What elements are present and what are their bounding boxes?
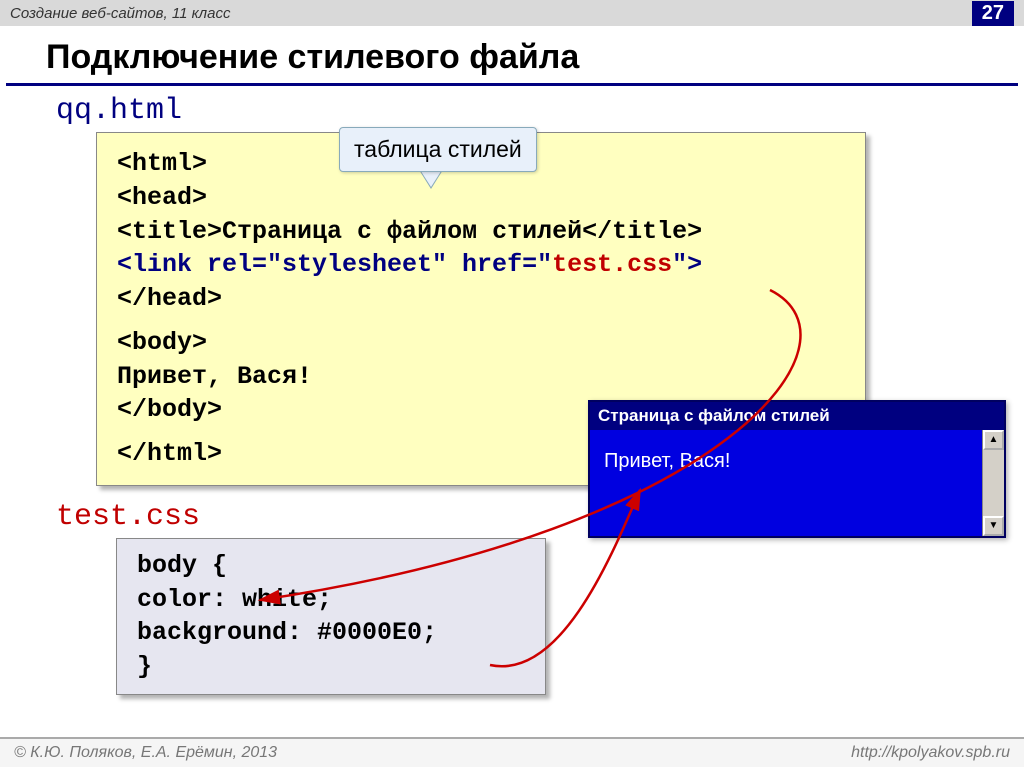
css-code-box: body { color: white; background: #0000E0…: [116, 538, 546, 695]
code-text: Страница с файлом стилей: [222, 217, 582, 246]
code-line: <link rel="stylesheet" href="test.css">: [117, 248, 845, 282]
footer-copyright: © К.Ю. Поляков, Е.А. Ерёмин, 2013: [14, 744, 277, 762]
content: qq.html таблица стилей <html> <head> <ti…: [0, 86, 1024, 695]
code-line: <head>: [117, 181, 845, 215]
footer-url: http://kpolyakov.spb.ru: [851, 744, 1010, 762]
code-tag: <title>: [117, 217, 222, 246]
code-line: body {: [137, 549, 525, 583]
code-href: test.css: [552, 250, 672, 279]
code-line: }: [137, 650, 525, 684]
header-bar: Создание веб-сайтов, 11 класс 27: [0, 0, 1024, 26]
scrollbar[interactable]: ▲ ▼: [982, 430, 1004, 536]
code-line: <body>: [117, 326, 845, 360]
callout-label: таблица стилей: [339, 127, 537, 172]
browser-content: Привет, Вася!: [590, 430, 982, 536]
code-link: <link rel="stylesheet" href=": [117, 250, 552, 279]
code-link-end: ">: [672, 250, 702, 279]
spacer: [117, 316, 845, 326]
filename-html: qq.html: [56, 94, 984, 128]
scroll-down-icon[interactable]: ▼: [983, 516, 1004, 536]
page-number: 27: [972, 1, 1014, 26]
scroll-up-icon[interactable]: ▲: [983, 430, 1004, 450]
code-line: <title>Страница с файлом стилей</title>: [117, 215, 845, 249]
code-line: color: white;: [137, 583, 525, 617]
browser-body: Привет, Вася! ▲ ▼: [590, 430, 1004, 536]
page-title: Подключение стилевого файла: [6, 26, 1018, 86]
footer: © К.Ю. Поляков, Е.А. Ерёмин, 2013 http:/…: [0, 737, 1024, 767]
browser-titlebar: Страница с файлом стилей: [590, 402, 1004, 430]
code-line: background: #0000E0;: [137, 616, 525, 650]
course-label: Создание веб-сайтов, 11 класс: [10, 5, 230, 22]
code-line: Привет, Вася!: [117, 360, 845, 394]
code-tag: </title>: [582, 217, 702, 246]
browser-window: Страница с файлом стилей Привет, Вася! ▲…: [588, 400, 1006, 538]
code-line: </head>: [117, 282, 845, 316]
